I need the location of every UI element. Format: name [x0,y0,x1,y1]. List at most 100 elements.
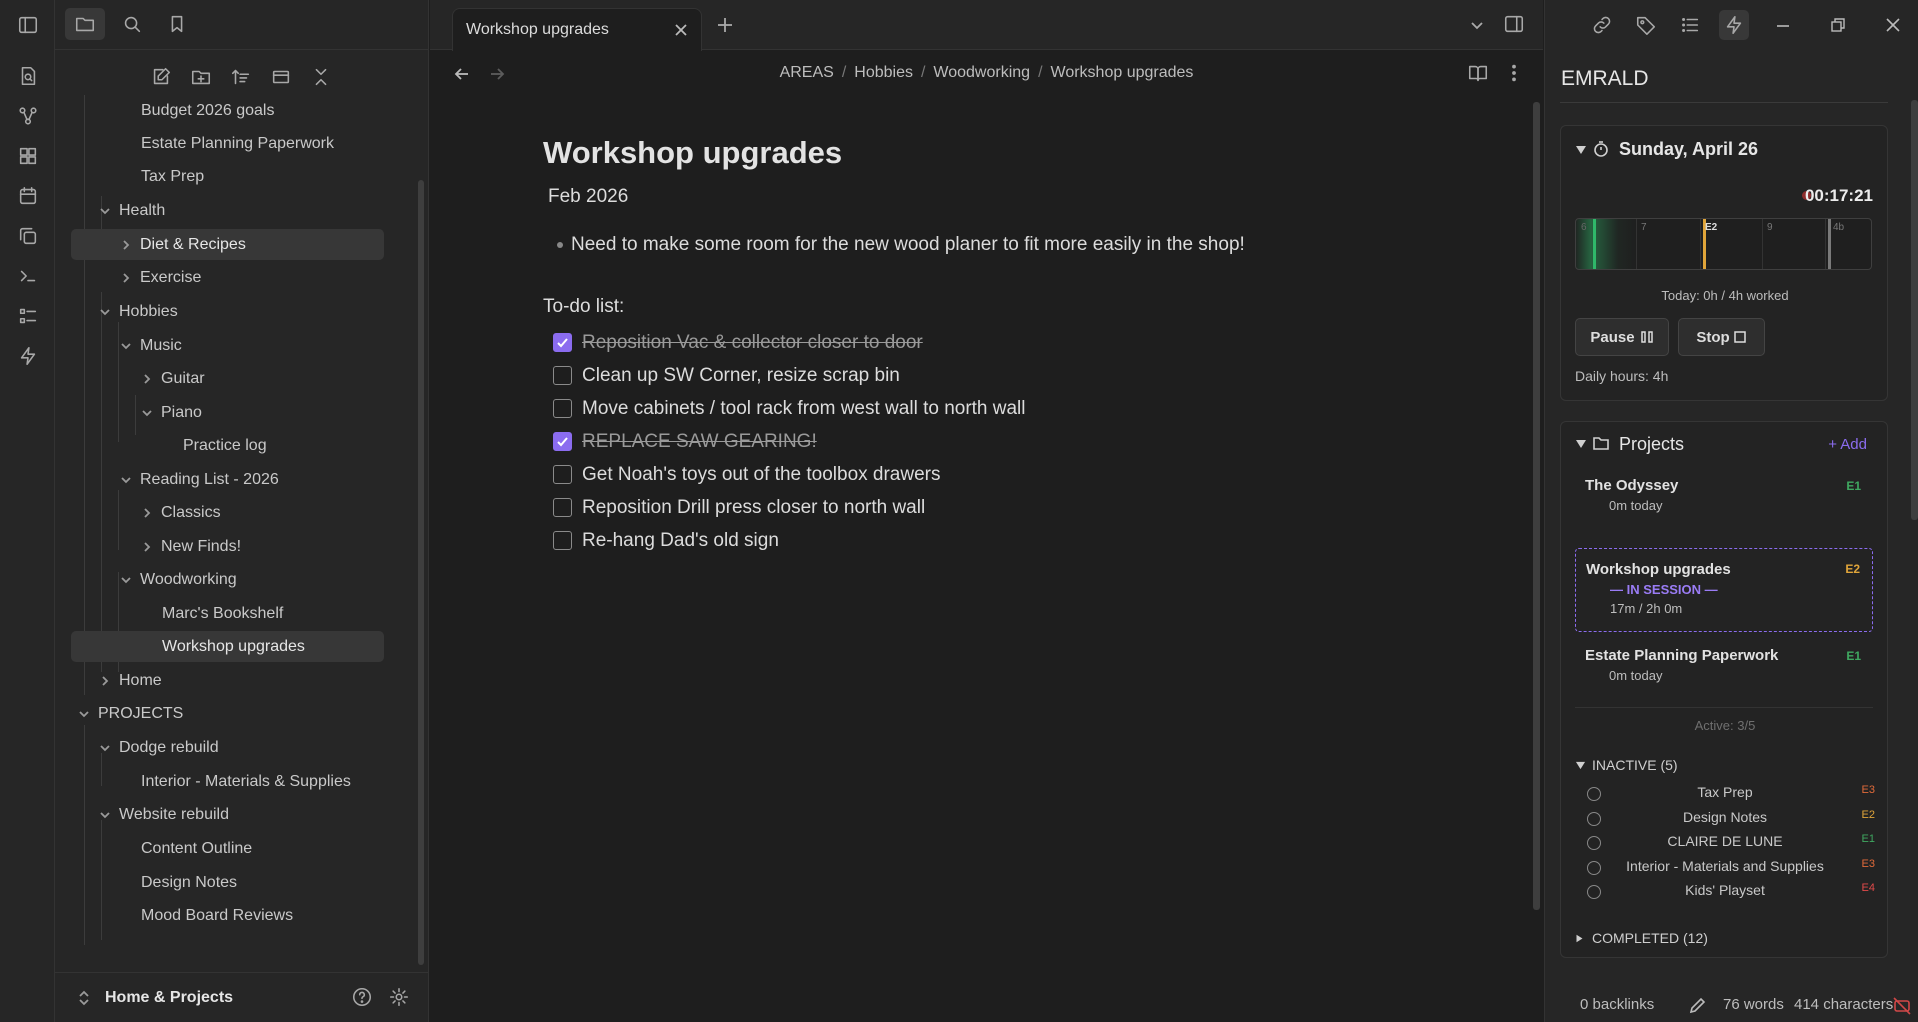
task-item[interactable]: Get Noah's toys out of the toolbox drawe… [553,458,1443,491]
help-icon[interactable] [351,986,373,1008]
copy-icon[interactable] [15,223,41,249]
graph-view-icon[interactable] [15,103,41,129]
task-item[interactable]: Reposition Drill press closer to north w… [553,491,1443,524]
link-icon[interactable] [1587,10,1617,40]
tab-workshop-upgrades[interactable]: Workshop upgrades [452,8,702,51]
new-note-icon[interactable] [148,64,174,90]
tree-item[interactable]: Marc's Bookshelf [162,598,283,629]
lightning-icon[interactable] [1719,10,1749,40]
tree-folder-website[interactable]: Website rebuild [98,799,229,830]
tree-folder-music[interactable]: Music [119,330,182,361]
breadcrumb-item[interactable]: Woodworking [933,64,1030,81]
right-scrollbar[interactable] [1911,100,1918,520]
inactive-item[interactable]: Kids' Playset E4 [1575,882,1875,906]
tree-folder-reading[interactable]: Reading List - 2026 [119,464,279,495]
minimize-icon[interactable] [1775,18,1791,34]
settings-gear-icon[interactable] [388,986,410,1008]
task-item[interactable]: Clean up SW Corner, resize scrap bin [553,359,1443,392]
outline-icon[interactable] [1675,10,1705,40]
collapse-view-icon[interactable] [268,64,294,90]
tree-folder-hobbies[interactable]: Hobbies [98,296,178,327]
pause-button[interactable]: Pause [1575,318,1669,356]
edit-pencil-icon[interactable] [1687,996,1707,1016]
note-content[interactable]: Workshop upgrades Feb 2026 Need to make … [543,135,1443,557]
note-title[interactable]: Workshop upgrades [543,135,1443,171]
tree-folder-newfinds[interactable]: New Finds! [140,531,241,562]
inactive-item[interactable]: Tax Prep E3 [1575,784,1875,808]
toggle-left-sidebar-icon[interactable] [15,12,41,38]
tree-folder-piano[interactable]: Piano [140,397,202,428]
breadcrumb-item[interactable]: Hobbies [854,64,913,81]
task-checkbox[interactable] [553,498,572,517]
collapse-all-icon[interactable] [308,64,334,90]
project-item-in-session[interactable]: Workshop upgrades — IN SESSION — 17m / 2… [1575,548,1873,632]
tree-folder-exercise[interactable]: Exercise [119,262,201,293]
tree-item[interactable]: Design Notes [141,867,237,898]
project-item[interactable]: Estate Planning Paperwork 0m today E1 [1575,647,1873,703]
tree-folder-projects[interactable]: PROJECTS [77,698,183,729]
task-item[interactable]: Re-hang Dad's old sign [553,524,1443,557]
completed-toggle[interactable]: COMPLETED (12) [1575,930,1708,946]
task-checkbox[interactable] [553,531,572,550]
task-checkbox[interactable] [553,333,572,352]
tab-list-chevron-icon[interactable] [1468,16,1486,34]
backlinks-count[interactable]: 0 backlinks [1580,996,1654,1013]
inactive-item[interactable]: Interior - Materials and Supplies E3 [1575,858,1875,882]
stop-button[interactable]: Stop [1678,318,1765,356]
canvas-icon[interactable] [15,143,41,169]
close-icon[interactable] [673,22,689,38]
new-tab-plus-icon[interactable] [715,15,735,35]
tree-folder-guitar[interactable]: Guitar [140,363,205,394]
more-options-icon[interactable] [1503,62,1525,84]
collapse-triangle-icon[interactable] [1575,438,1587,450]
tree-item[interactable]: Budget 2026 goals [141,95,274,126]
tree-item-active[interactable]: Workshop upgrades [71,631,384,662]
calendar-icon[interactable] [15,183,41,209]
task-checkbox[interactable] [553,432,572,451]
sync-error-icon[interactable] [1892,996,1912,1016]
inactive-toggle[interactable]: INACTIVE (5) [1575,757,1678,773]
editor-scrollbar[interactable] [1533,102,1540,910]
tag-icon[interactable] [1631,10,1661,40]
tree-item[interactable]: Estate Planning Paperwork [141,128,334,159]
chevron-up-down-icon[interactable] [77,989,91,1007]
search-icon[interactable] [112,8,152,40]
list-icon[interactable] [15,303,41,329]
collapse-triangle-icon[interactable] [1575,144,1587,156]
task-checkbox[interactable] [553,366,572,385]
files-tab[interactable] [65,8,105,40]
task-item[interactable]: REPLACE SAW GEARING! [553,425,1443,458]
breadcrumb-item[interactable]: Workshop upgrades [1051,64,1194,81]
bookmark-icon[interactable] [157,8,197,40]
tree-folder-woodworking[interactable]: Woodworking [119,564,237,595]
inactive-item[interactable]: CLAIRE DE LUNE E1 [1575,833,1875,857]
add-project-button[interactable]: + Add [1828,436,1867,453]
new-folder-icon[interactable] [188,64,214,90]
reading-view-book-icon[interactable] [1467,62,1489,84]
close-window-icon[interactable] [1885,17,1901,33]
sidebar-scrollbar[interactable] [418,180,424,965]
tree-folder-home[interactable]: Home [98,665,162,696]
tree-item[interactable]: Practice log [183,430,267,461]
restore-icon[interactable] [1830,17,1846,33]
terminal-icon[interactable] [15,263,41,289]
file-search-icon[interactable] [15,63,41,89]
tree-folder-dodge[interactable]: Dodge rebuild [98,732,219,763]
task-checkbox[interactable] [553,399,572,418]
inactive-item[interactable]: Design Notes E2 [1575,809,1875,833]
vault-name[interactable]: Home & Projects [105,989,233,1007]
project-item[interactable]: The Odyssey 0m today E1 [1575,477,1873,533]
tree-folder-diet[interactable]: Diet & Recipes [71,229,384,260]
tree-item[interactable]: Tax Prep [141,161,204,192]
tree-item[interactable]: Mood Board Reviews [141,900,293,931]
task-item[interactable]: Reposition Vac & collector closer to doo… [553,326,1443,359]
task-checkbox[interactable] [553,465,572,484]
tree-item[interactable]: Content Outline [141,833,252,864]
lightning-icon[interactable] [15,343,41,369]
tree-folder-health[interactable]: Health [98,195,165,226]
toggle-right-sidebar-icon[interactable] [1503,13,1525,35]
sort-icon[interactable] [228,64,254,90]
breadcrumb-item[interactable]: AREAS [780,64,834,81]
tree-folder-classics[interactable]: Classics [140,497,221,528]
task-item[interactable]: Move cabinets / tool rack from west wall… [553,392,1443,425]
